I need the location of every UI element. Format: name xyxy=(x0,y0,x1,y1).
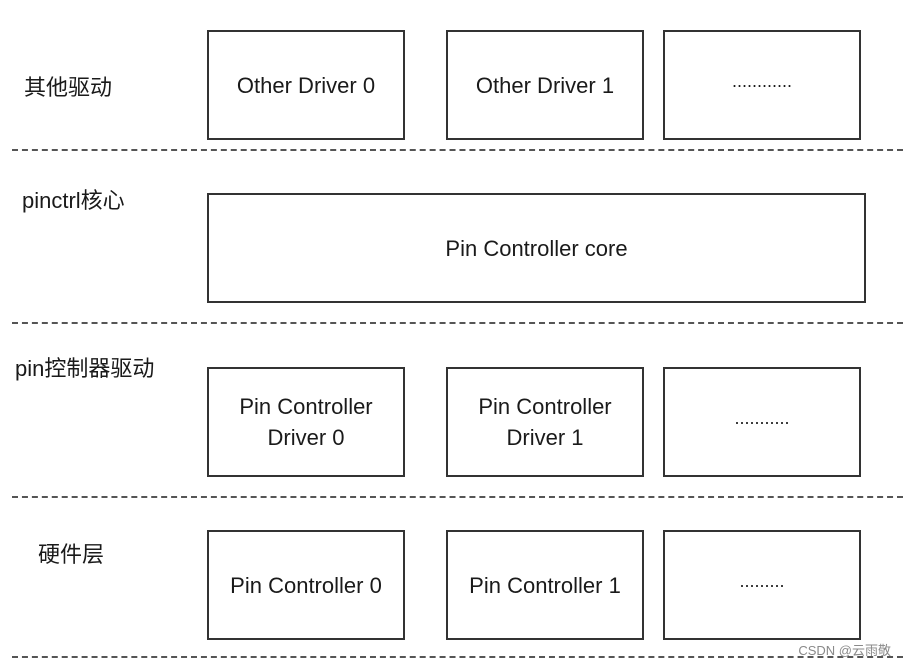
layer-divider xyxy=(12,656,903,658)
box-text: Pin Controller 0 xyxy=(230,572,382,598)
box-other-driver-more: ............ xyxy=(663,30,861,140)
layer-divider xyxy=(12,322,903,324)
layer-label-pin-controller-drivers: pin控制器驱动 xyxy=(15,356,155,381)
layer-divider xyxy=(12,149,903,151)
layer-label-other-drivers: 其他驱动 xyxy=(24,75,113,100)
layer-label-pinctrl-core: pinctrl核心 xyxy=(22,188,125,213)
layer-divider xyxy=(12,496,903,498)
box-text: Pin Controller core xyxy=(445,235,628,261)
ellipsis-text: ............ xyxy=(731,70,792,91)
box-other-driver-0: Other Driver 0 xyxy=(207,30,405,140)
layer-label-hardware: 硬件层 xyxy=(38,542,105,567)
box-other-driver-1: Other Driver 1 xyxy=(446,30,644,140)
box-text: Pin Controller 1 xyxy=(469,572,621,598)
box-pin-controller-more: ......... xyxy=(663,530,861,640)
box-text-line1: Pin Controller xyxy=(478,394,612,419)
box-pin-controller-driver-more: ........... xyxy=(663,367,861,477)
box-text-line2: Driver 0 xyxy=(267,425,345,450)
watermark: CSDN @云雨敬 xyxy=(798,643,891,658)
box-text: Other Driver 1 xyxy=(475,72,615,98)
ellipsis-text: ......... xyxy=(739,570,785,591)
box-pin-controller-1: Pin Controller 1 xyxy=(446,530,644,640)
box-pin-controller-core: Pin Controller core xyxy=(207,193,866,303)
box-pin-controller-driver-1: Pin Controller Driver 1 xyxy=(446,367,644,477)
box-text-line2: Driver 1 xyxy=(506,425,584,450)
box-text-line1: Pin Controller xyxy=(239,394,373,419)
box-text: Other Driver 0 xyxy=(236,72,376,98)
box-pin-controller-0: Pin Controller 0 xyxy=(207,530,405,640)
box-pin-controller-driver-0: Pin Controller Driver 0 xyxy=(207,367,405,477)
ellipsis-text: ........... xyxy=(734,407,790,428)
